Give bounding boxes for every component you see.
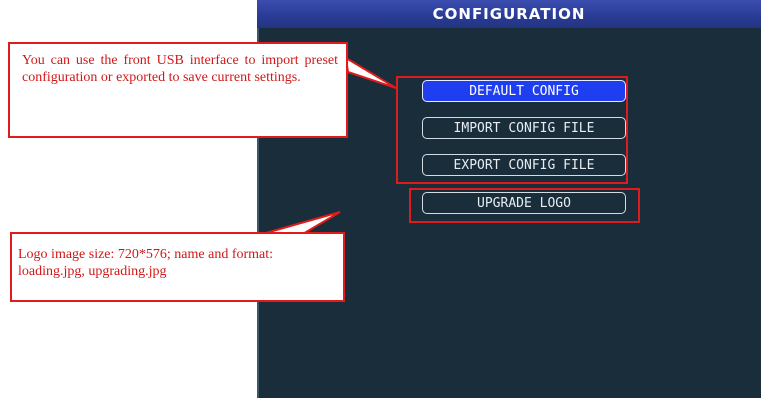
usb-callout-pointer xyxy=(344,56,397,89)
usb-annotation-note: You can use the front USB interface to i… xyxy=(8,42,348,138)
logo-annotation-note: Logo image size: 720*576; name and forma… xyxy=(10,232,345,302)
